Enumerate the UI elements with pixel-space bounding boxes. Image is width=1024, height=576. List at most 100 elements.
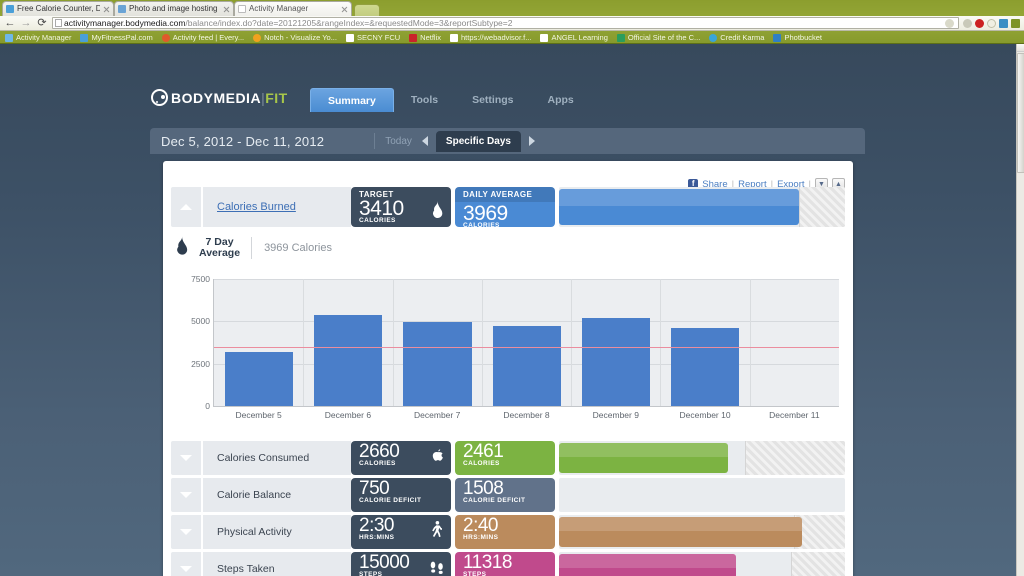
x-tick-label: December 8 bbox=[503, 410, 550, 420]
bookmark-item[interactable]: MyFitnessPal.com bbox=[80, 33, 153, 42]
metric-daily-average[interactable]: 2461 CALORIES bbox=[455, 441, 555, 475]
back-arrow-icon[interactable]: ← bbox=[4, 17, 16, 29]
nav-item-summary[interactable]: Summary bbox=[310, 88, 394, 112]
nav-item-tools[interactable]: Tools bbox=[394, 88, 455, 112]
chart-bar[interactable] bbox=[581, 318, 650, 406]
browser-tab[interactable]: Photo and image hosting bbox=[114, 1, 234, 16]
bookmark-item[interactable]: Credit Karma bbox=[709, 33, 764, 42]
chart-bar[interactable] bbox=[670, 328, 739, 406]
metric-target[interactable]: 2:30 HRS:MINS bbox=[351, 515, 451, 549]
main-navigation: Summary Tools Settings Apps bbox=[310, 88, 591, 112]
average-value: 11318 bbox=[463, 552, 512, 573]
seven-day-average-value: 3969 Calories bbox=[264, 242, 332, 254]
close-icon[interactable] bbox=[341, 6, 348, 13]
bookmark-item[interactable]: https://webadvisor.f... bbox=[450, 33, 531, 42]
bookmark-item[interactable]: Photbucket bbox=[773, 33, 822, 42]
chart-bar[interactable] bbox=[492, 326, 561, 406]
vertical-scrollbar[interactable] bbox=[1016, 44, 1024, 576]
gridline bbox=[214, 279, 839, 280]
blocked-popup-icon[interactable] bbox=[975, 18, 984, 28]
collapse-toggle-steps-taken[interactable] bbox=[171, 552, 203, 576]
average-unit: Calories bbox=[291, 241, 332, 254]
extension-icon[interactable] bbox=[999, 18, 1008, 28]
url-host: activitymanager.bodymedia.com bbox=[64, 17, 186, 28]
collapse-toggle-physical-activity[interactable] bbox=[171, 515, 203, 549]
scroll-up-arrow-icon[interactable] bbox=[1017, 44, 1024, 52]
bookmark-favicon-icon bbox=[773, 33, 782, 42]
average-caption: DAILY AVERAGE bbox=[455, 187, 555, 202]
bookmark-label: Netflix bbox=[420, 33, 441, 42]
chrome-menu-icon[interactable] bbox=[1011, 18, 1020, 28]
metric-daily-average[interactable]: 11318 STEPS bbox=[455, 552, 555, 576]
metric-daily-average[interactable]: 2:40 HRS:MINS bbox=[455, 515, 555, 549]
metric-progress-track bbox=[559, 552, 845, 576]
today-button[interactable]: Today bbox=[375, 136, 422, 147]
calories-burned-daily-average[interactable]: DAILY AVERAGE 3969 CALORIES bbox=[455, 187, 555, 227]
bookmark-favicon-icon bbox=[5, 33, 13, 42]
calories-burned-row: Calories Burned TARGET 3410 CALORIES DAI… bbox=[171, 187, 845, 227]
bookmark-item[interactable]: Official Site of the C... bbox=[616, 33, 700, 42]
bodymedia-logo[interactable]: BODYMEDIA|FIT bbox=[151, 89, 288, 106]
chart-header: 7 Day Average 3969 Calories bbox=[175, 236, 332, 259]
calories-burned-target[interactable]: TARGET 3410 CALORIES bbox=[351, 187, 451, 227]
metric-row-steps-taken: Steps Taken 15000 STEPS 11318 STEPS bbox=[171, 552, 845, 576]
tab-favicon-icon bbox=[118, 5, 126, 13]
browser-tab-active[interactable]: Activity Manager bbox=[234, 1, 352, 16]
metric-target[interactable]: 750 CALORIE DEFICIT bbox=[351, 478, 451, 512]
metric-target[interactable]: 2660 CALORIES bbox=[351, 441, 451, 475]
triangle-down-icon bbox=[180, 455, 192, 461]
browser-chrome: Free Calorie Counter, Diet Photo and ima… bbox=[0, 0, 1024, 44]
bookmark-item[interactable]: Netflix bbox=[409, 33, 441, 42]
scrollbar-thumb[interactable] bbox=[1017, 53, 1024, 173]
address-bar[interactable]: activitymanager.bodymedia.com/balance/in… bbox=[52, 17, 959, 29]
tab-title: Photo and image hosting bbox=[129, 5, 218, 13]
bookmark-item[interactable]: Notch - Visualize Yo... bbox=[253, 33, 337, 42]
reload-icon[interactable]: ⟳ bbox=[36, 17, 48, 29]
close-icon[interactable] bbox=[223, 6, 230, 13]
new-tab-button[interactable] bbox=[354, 4, 380, 16]
zoom-icon[interactable] bbox=[945, 18, 954, 28]
logo-brand: BODYMEDIA bbox=[171, 89, 262, 106]
search-icon[interactable] bbox=[963, 18, 972, 28]
bookmark-item[interactable]: SECNY FCU bbox=[345, 33, 400, 42]
metric-row-calorie-balance: Calorie Balance 750 CALORIE DEFICIT 1508… bbox=[171, 478, 845, 512]
arrow-left-icon[interactable] bbox=[421, 136, 428, 146]
target-line bbox=[214, 347, 839, 349]
calories-burned-progress-track bbox=[559, 187, 845, 227]
logo-text: BODYMEDIA|FIT bbox=[171, 90, 288, 106]
x-tick-label: December 5 bbox=[235, 410, 282, 420]
bookmark-label: MyFitnessPal.com bbox=[91, 33, 153, 42]
date-range-label: Dec 5, 2012 - Dec 11, 2012 bbox=[161, 133, 325, 149]
chart-bar[interactable] bbox=[224, 351, 293, 406]
x-tick-label: December 11 bbox=[769, 410, 820, 420]
average-unit: CALORIE DEFICIT bbox=[463, 497, 526, 504]
metric-target[interactable]: 15000 STEPS bbox=[351, 552, 451, 576]
summary-panel: f Share | Report | Export | ▼ ▲ Calories… bbox=[163, 161, 853, 576]
average-unit: HRS:MINS bbox=[463, 534, 499, 541]
arrow-right-icon[interactable] bbox=[528, 136, 535, 146]
tab-specific-days[interactable]: Specific Days bbox=[435, 130, 521, 152]
collapse-toggle-calories-burned[interactable] bbox=[171, 187, 203, 227]
triangle-down-icon bbox=[180, 529, 192, 535]
nav-item-apps[interactable]: Apps bbox=[531, 88, 591, 112]
browser-tab[interactable]: Free Calorie Counter, Diet bbox=[2, 1, 114, 16]
nav-item-settings[interactable]: Settings bbox=[455, 88, 530, 112]
gridline bbox=[214, 321, 839, 323]
average-number: 3969 bbox=[264, 241, 289, 254]
bookmark-item[interactable]: ANGEL Learning bbox=[540, 33, 608, 42]
bookmark-item[interactable]: Activity feed | Every... bbox=[161, 33, 244, 42]
collapse-toggle-calorie-balance[interactable] bbox=[171, 478, 203, 512]
bookmark-star-icon[interactable] bbox=[987, 18, 996, 28]
chart-bar[interactable] bbox=[403, 322, 472, 406]
collapse-toggle-calories-consumed[interactable] bbox=[171, 441, 203, 475]
chart-bar[interactable] bbox=[314, 314, 383, 406]
metric-progress-track bbox=[559, 441, 845, 475]
bookmark-item[interactable]: Activity Manager bbox=[5, 33, 71, 42]
close-icon[interactable] bbox=[103, 6, 110, 13]
metric-progress-track bbox=[559, 515, 845, 549]
forward-arrow-icon[interactable]: → bbox=[20, 17, 32, 29]
x-tick-label: December 9 bbox=[592, 410, 639, 420]
calories-burned-link[interactable]: Calories Burned bbox=[217, 201, 296, 213]
browser-toolbar: ← → ⟳ activitymanager.bodymedia.com/bala… bbox=[0, 16, 1024, 31]
metric-daily-average[interactable]: 1508 CALORIE DEFICIT bbox=[455, 478, 555, 512]
